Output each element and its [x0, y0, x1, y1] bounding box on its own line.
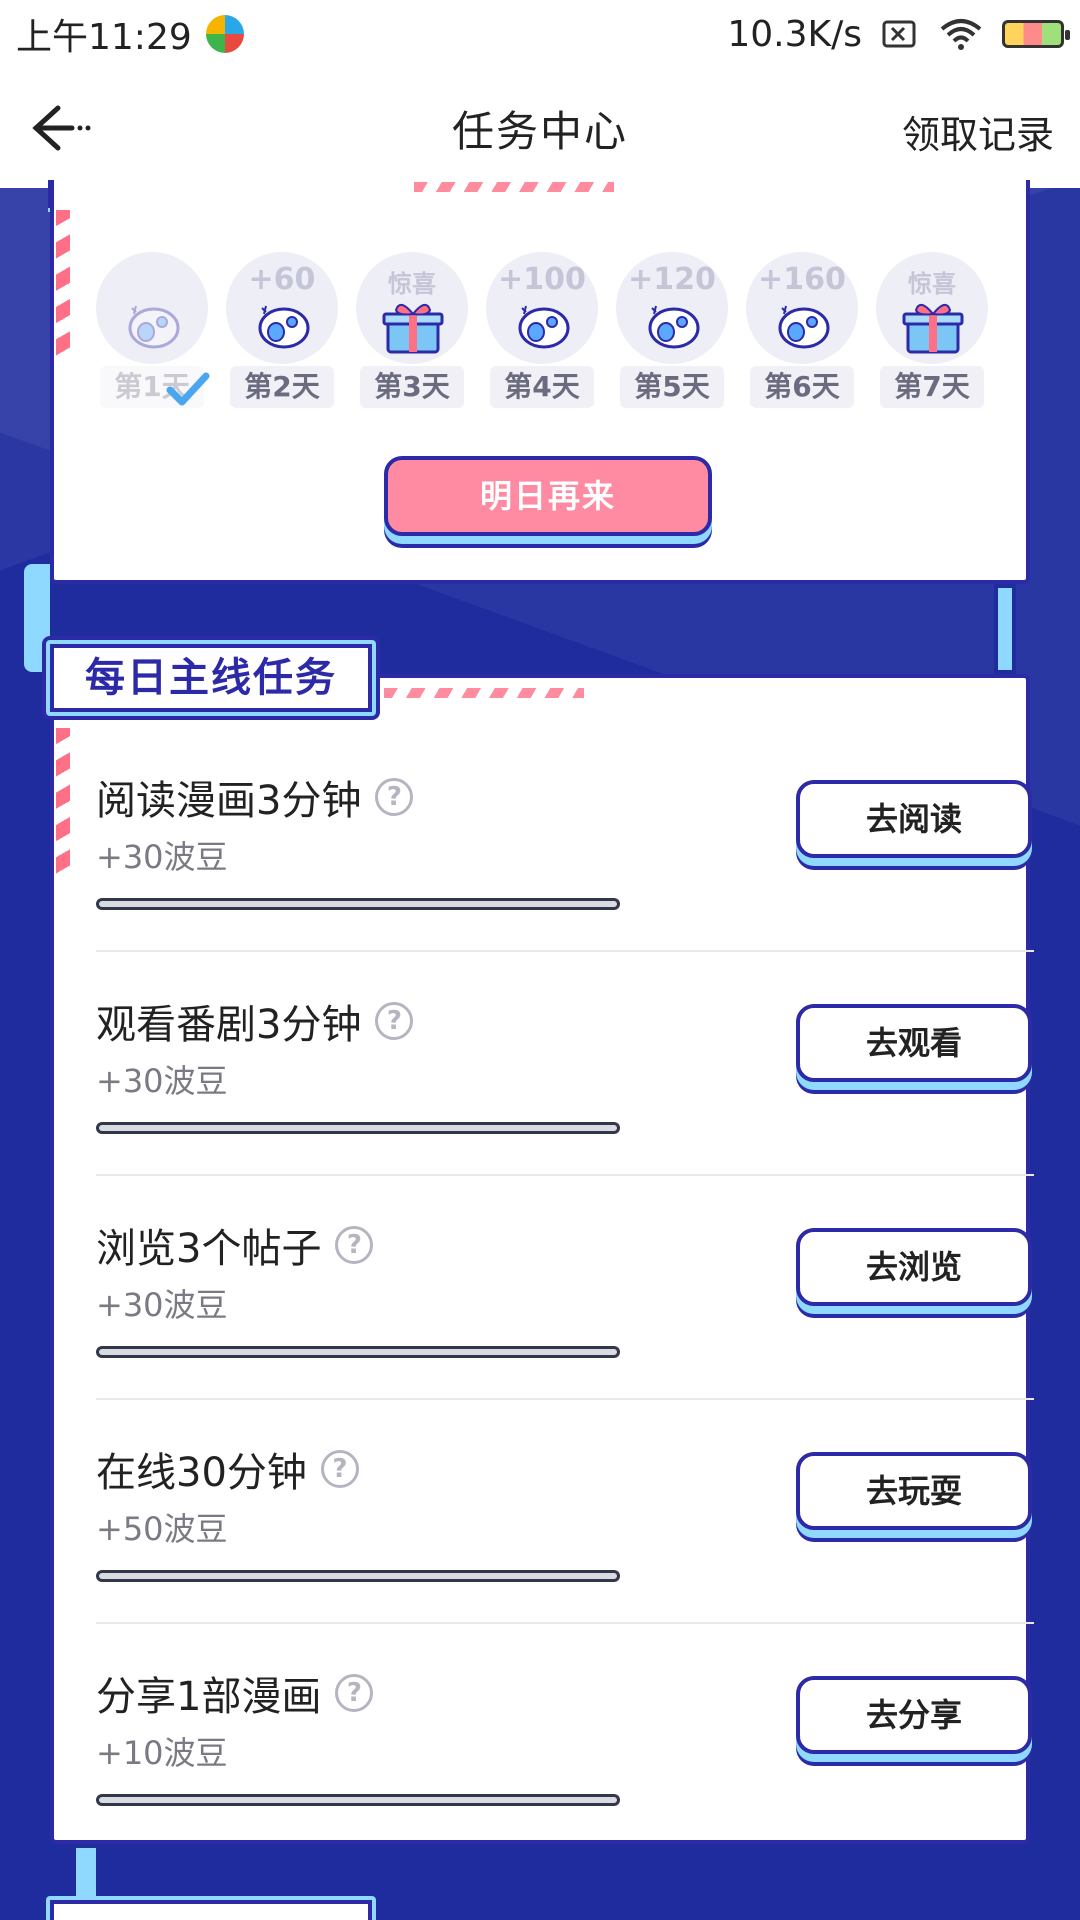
day-label: 第7天: [880, 366, 984, 408]
claim-history-link[interactable]: 领取记录: [902, 104, 1054, 159]
egg-icon: [778, 305, 830, 349]
task-progress-bar: [96, 1346, 620, 1358]
task-action-button[interactable]: 去阅读: [796, 780, 1032, 858]
help-icon[interactable]: ?: [375, 778, 414, 816]
daily-tasks-section-tag: 每日主线任务: [46, 640, 376, 716]
task-title-row: 阅读漫画3分钟?: [96, 768, 414, 826]
connector-bottom: [72, 1844, 100, 1904]
task-title-row: 分享1部漫画?: [96, 1664, 374, 1722]
task-progress-bar: [96, 1122, 620, 1134]
decorative-stripes: [56, 210, 70, 360]
task-reward: +30波豆: [96, 1062, 228, 1100]
decorative-stripes: [384, 688, 584, 698]
network-speed: 10.3K/s: [727, 13, 862, 55]
day-label: 第6天: [750, 366, 854, 408]
page-title: 任务中心: [451, 106, 628, 156]
battery-icon: [1002, 20, 1070, 48]
egg-icon: [258, 305, 310, 349]
task-row: 在线30分钟? +50波豆 去玩耍: [96, 1400, 1034, 1624]
decorative-stripes: [56, 728, 70, 878]
status-time: 上午11:29: [16, 17, 192, 58]
task-title-row: 在线30分钟?: [96, 1440, 359, 1498]
day-label: 第2天: [230, 366, 334, 408]
wifi-icon: [940, 19, 982, 50]
come-back-tomorrow-button[interactable]: 明日再来: [384, 456, 712, 536]
task-title: 阅读漫画3分钟: [96, 778, 362, 824]
egg-icon: [518, 305, 570, 349]
task-action-button[interactable]: 去浏览: [796, 1228, 1032, 1306]
task-row: 浏览3个帖子? +30波豆 去浏览: [96, 1176, 1034, 1400]
checkin-day: +100 第4天: [486, 252, 598, 412]
help-icon[interactable]: ?: [320, 1450, 359, 1488]
task-action-button[interactable]: 去玩耍: [796, 1452, 1032, 1530]
gift-icon: [382, 303, 444, 354]
checkin-day: 惊喜第3天: [356, 252, 468, 412]
task-row: 分享1部漫画? +10波豆 去分享: [96, 1624, 1034, 1848]
help-icon[interactable]: ?: [375, 1002, 414, 1040]
day-label: 第3天: [360, 366, 464, 408]
checkin-day: 第1天: [96, 252, 210, 412]
task-row: 阅读漫画3分钟? +30波豆 去阅读: [96, 728, 1034, 952]
task-reward: +10波豆: [96, 1734, 228, 1772]
day-label: 第4天: [490, 366, 594, 408]
decorative-stripes: [414, 182, 614, 192]
next-section-title: [54, 1904, 368, 1920]
task-reward: +50波豆: [96, 1510, 228, 1548]
gift-icon: [902, 303, 964, 354]
sim-card-icon: [882, 20, 916, 48]
nav-bar: 任务中心 领取记录: [0, 68, 1080, 188]
checkin-days: 第1天 +60 第2天 惊喜 第3天 +100 第4天 +120 第5天 +160 第6天 惊喜 第7天: [96, 252, 996, 412]
task-reward: +30波豆: [96, 838, 228, 876]
task-action-button[interactable]: 去分享: [796, 1676, 1032, 1754]
task-title: 在线30分钟: [96, 1450, 307, 1496]
task-row: 观看番剧3分钟? +30波豆 去观看: [96, 952, 1034, 1176]
task-title: 浏览3个帖子: [96, 1226, 322, 1272]
daily-tasks-card: 阅读漫画3分钟? +30波豆 去阅读 观看番剧3分钟? +30波豆 去观看 浏览3个帖子? +…: [50, 674, 1034, 1844]
day-reward: +120: [628, 262, 716, 297]
checkin-day: +120 第5天: [616, 252, 728, 412]
task-title: 观看番剧3分钟: [96, 1002, 362, 1048]
next-section-tag: [46, 1896, 376, 1920]
checkin-day: 惊喜第7天: [876, 252, 988, 412]
connector-right: [994, 584, 1016, 674]
egg-icon: [648, 305, 700, 349]
help-icon[interactable]: ?: [335, 1226, 374, 1264]
checkmark-icon: [166, 372, 210, 406]
checkin-card: 第1天 +60 第2天 惊喜 第3天 +100 第4天 +120 第5天 +160 第6天 惊喜 第7天…: [50, 180, 1030, 584]
task-title-row: 浏览3个帖子?: [96, 1216, 374, 1274]
back-arrow-icon[interactable]: [24, 98, 94, 158]
day-reward: 惊喜: [388, 270, 436, 298]
egg-icon: [128, 305, 180, 349]
status-bar: 上午11:29 10.3K/s: [0, 0, 1080, 68]
day-reward: +60: [248, 262, 316, 297]
checkin-day: +160 第6天: [746, 252, 858, 412]
day-reward: 惊喜: [908, 270, 956, 298]
task-reward: +30波豆: [96, 1286, 228, 1324]
task-action-button[interactable]: 去观看: [796, 1004, 1032, 1082]
task-progress-bar: [96, 1794, 620, 1806]
task-title: 分享1部漫画: [96, 1674, 322, 1720]
task-title-row: 观看番剧3分钟?: [96, 992, 414, 1050]
app-notification-icon: [205, 15, 244, 53]
task-progress-bar: [96, 1570, 620, 1582]
help-icon[interactable]: ?: [335, 1674, 374, 1712]
day-reward: +160: [758, 262, 846, 297]
checkin-day: +60 第2天: [226, 252, 338, 412]
day-label: 第5天: [620, 366, 724, 408]
task-progress-bar: [96, 898, 620, 910]
section-title: 每日主线任务: [54, 648, 368, 708]
day-reward: +100: [498, 262, 586, 297]
